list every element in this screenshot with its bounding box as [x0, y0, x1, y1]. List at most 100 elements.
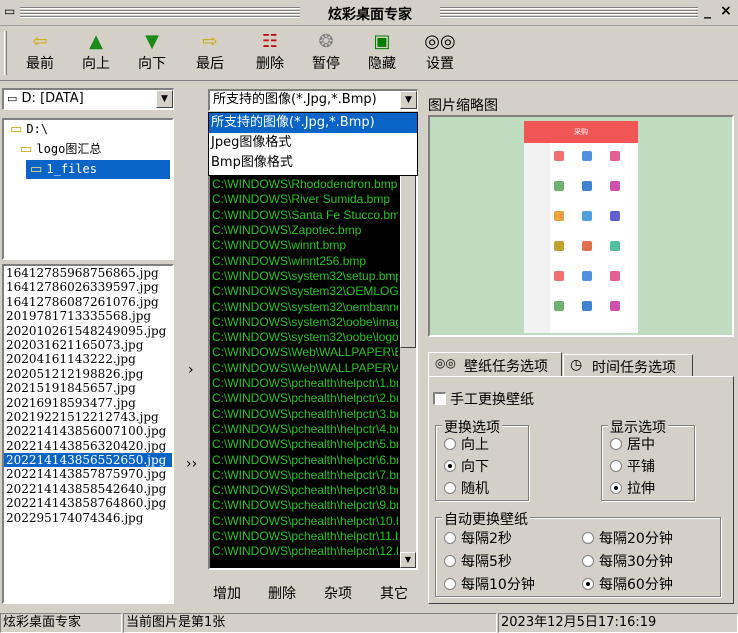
- wallpaper-list-item[interactable]: C:\WINDOWS\Santa Fe Stucco.bmp: [212, 208, 398, 223]
- radio-option[interactable]: 向下: [444, 456, 489, 476]
- format-select[interactable]: 所支持的图像(*.Jpg,*.Bmp) ▼: [208, 89, 418, 111]
- radio-button[interactable]: [444, 555, 456, 567]
- tab-time-options[interactable]: ◷ 时间任务选项: [563, 354, 693, 376]
- file-list-item[interactable]: 16412786026339597.jpg: [4, 280, 172, 294]
- format-option[interactable]: 所支持的图像(*.Jpg,*.Bmp): [209, 113, 417, 133]
- file-list-item[interactable]: 202051212198826.jpg: [4, 367, 172, 381]
- wallpaper-list-item[interactable]: C:\WINDOWS\system32\oobe\images.bmp: [212, 315, 398, 330]
- folder-tree-item[interactable]: ▭ D:\: [4, 120, 172, 140]
- toolbar-button[interactable]: ▣ 隐藏: [356, 31, 408, 77]
- wallpaper-list-item[interactable]: C:\WINDOWS\system32\setup.bmp: [212, 269, 398, 284]
- close-button[interactable]: ×: [720, 3, 732, 19]
- toolbar-button[interactable]: ☷ 删除: [244, 31, 296, 77]
- wallpaper-list-item[interactable]: C:\WINDOWS\pchealth\helpctr\9.bmp: [212, 498, 398, 513]
- wallpaper-list-item[interactable]: C:\WINDOWS\Rhododendron.bmp: [212, 177, 398, 192]
- radio-button[interactable]: [582, 555, 594, 567]
- format-option[interactable]: Jpeg图像格式: [209, 133, 417, 153]
- toolbar-button[interactable]: ⇨ 最后: [184, 31, 236, 77]
- file-list-item[interactable]: 202031621165073.jpg: [4, 338, 172, 352]
- wallpaper-list-item[interactable]: C:\WINDOWS\winnt.bmp: [212, 238, 398, 253]
- wallpaper-list-item[interactable]: C:\WINDOWS\system32\oobe\logo.bmp: [212, 330, 398, 345]
- radio-option[interactable]: 每隔5秒: [444, 551, 512, 571]
- wallpaper-list[interactable]: C:\WINDOWS\Feather Texture.bmpC:\WINDOWS…: [208, 112, 418, 570]
- wallpaper-list-item[interactable]: C:\WINDOWS\Web\WALLPAPER\Bliss.bmp: [212, 345, 398, 360]
- radio-option[interactable]: 拉伸: [610, 478, 655, 498]
- toolbar-button[interactable]: ❂ 暂停: [300, 31, 352, 77]
- file-list-item[interactable]: 202295174074346.jpg: [4, 511, 172, 525]
- wallpaper-list-item[interactable]: C:\WINDOWS\pchealth\helpctr\7.bmp: [212, 468, 398, 483]
- scroll-down-button[interactable]: ▼: [400, 552, 416, 568]
- other-button[interactable]: 其它: [380, 583, 408, 603]
- folder-tree[interactable]: ▭ D:\ ▭ logo图汇总 ▭ 1_files: [2, 118, 174, 260]
- radio-option[interactable]: 每隔10分钟: [444, 574, 535, 594]
- radio-option[interactable]: 每隔20分钟: [582, 528, 673, 548]
- file-list-item[interactable]: 202214143856007100.jpg: [4, 424, 172, 438]
- file-list-item[interactable]: 202214143858764860.jpg: [4, 496, 172, 510]
- add-all-button[interactable]: ››: [186, 456, 197, 472]
- file-list-item[interactable]: 20219221512212743.jpg: [4, 410, 172, 424]
- wallpaper-list-item[interactable]: C:\WINDOWS\pchealth\helpctr\8.bmp: [212, 483, 398, 498]
- radio-option[interactable]: 每隔30分钟: [582, 551, 673, 571]
- chevron-down-icon[interactable]: ▼: [156, 90, 173, 108]
- wallpaper-list-item[interactable]: C:\WINDOWS\Web\WALLPAPER\Azul.jpg: [212, 361, 398, 376]
- wallpaper-list-item[interactable]: C:\WINDOWS\pchealth\helpctr\12.bmp: [212, 544, 398, 559]
- file-list-item[interactable]: 20216918593477.jpg: [4, 396, 172, 410]
- file-list-item[interactable]: 202214143857875970.jpg: [4, 467, 172, 481]
- file-list-item[interactable]: 16412785968756865.jpg: [4, 266, 172, 280]
- radio-button[interactable]: [444, 532, 456, 544]
- wallpaper-list-item[interactable]: C:\WINDOWS\pchealth\helpctr\1.bmp: [212, 376, 398, 391]
- file-list-item[interactable]: 20215191845657.jpg: [4, 381, 172, 395]
- file-list-item[interactable]: 202010261548249095.jpg: [4, 324, 172, 338]
- wallpaper-list-item[interactable]: C:\WINDOWS\system32\OEMLOGO.bmp: [212, 284, 398, 299]
- minimize-button[interactable]: _: [704, 3, 711, 19]
- radio-button[interactable]: [610, 460, 622, 472]
- chevron-down-icon[interactable]: ▼: [400, 91, 417, 109]
- radio-button[interactable]: [444, 460, 456, 472]
- radio-button[interactable]: [444, 578, 456, 590]
- wallpaper-list-item[interactable]: C:\WINDOWS\pchealth\helpctr\4.bmp: [212, 422, 398, 437]
- misc-button[interactable]: 杂项: [324, 583, 352, 603]
- wallpaper-list-item[interactable]: C:\WINDOWS\pchealth\helpctr\2.bmp: [212, 391, 398, 406]
- file-list-item[interactable]: 16412786087261076.jpg: [4, 295, 172, 309]
- toolbar-button[interactable]: ▼ 向下: [126, 31, 178, 77]
- wallpaper-list-item[interactable]: C:\WINDOWS\pchealth\helpctr\10.bmp: [212, 514, 398, 529]
- file-list-item[interactable]: 202214143858542640.jpg: [4, 482, 172, 496]
- drive-select[interactable]: ▭ D: [DATA] ▼: [2, 88, 174, 110]
- radio-button[interactable]: [582, 578, 594, 590]
- radio-button[interactable]: [444, 438, 456, 450]
- file-list-item[interactable]: 202214143856552650.jpg: [4, 453, 172, 468]
- wallpaper-list-item[interactable]: C:\WINDOWS\Zapotec.bmp: [212, 223, 398, 238]
- wallpaper-list-item[interactable]: C:\WINDOWS\system32\oembanner.bmp: [212, 300, 398, 315]
- radio-option[interactable]: 向上: [444, 434, 489, 454]
- radio-option[interactable]: 每隔60分钟: [582, 574, 673, 594]
- file-list-item[interactable]: 20204161143222.jpg: [4, 352, 172, 366]
- delete-button[interactable]: 删除: [268, 583, 296, 603]
- manual-change-checkbox[interactable]: 手工更换壁纸: [433, 389, 534, 409]
- file-list[interactable]: 16412785968756865.jpg 16412786026339597.j…: [2, 264, 174, 604]
- wallpaper-list-item[interactable]: C:\WINDOWS\pchealth\helpctr\6.bmp: [212, 453, 398, 468]
- format-option[interactable]: Bmp图像格式: [209, 153, 417, 173]
- wallpaper-list-item[interactable]: C:\WINDOWS\pchealth\helpctr\11.bmp: [212, 529, 398, 544]
- scrollbar[interactable]: ▲ ▼: [400, 114, 416, 568]
- checkbox-box[interactable]: [433, 392, 446, 405]
- toolbar-button[interactable]: ◎◎ 设置: [414, 31, 466, 77]
- folder-tree-item[interactable]: ▭ 1_files: [4, 160, 172, 180]
- radio-button[interactable]: [610, 482, 622, 494]
- wallpaper-list-item[interactable]: C:\WINDOWS\winnt256.bmp: [212, 254, 398, 269]
- folder-tree-item[interactable]: ▭ logo图汇总: [4, 140, 172, 160]
- radio-button[interactable]: [610, 438, 622, 450]
- radio-option[interactable]: 每隔2秒: [444, 528, 512, 548]
- system-menu-icon[interactable]: ▭: [4, 4, 15, 18]
- wallpaper-list-item[interactable]: C:\WINDOWS\pchealth\helpctr\5.bmp: [212, 437, 398, 452]
- wallpaper-list-item[interactable]: C:\WINDOWS\River Sumida.bmp: [212, 192, 398, 207]
- radio-button[interactable]: [582, 532, 594, 544]
- radio-option[interactable]: 居中: [610, 434, 655, 454]
- add-selected-button[interactable]: ›: [188, 362, 194, 378]
- add-button[interactable]: 增加: [213, 583, 241, 603]
- file-list-item[interactable]: 2019781713335568.jpg: [4, 309, 172, 323]
- radio-option[interactable]: 随机: [444, 478, 489, 498]
- wallpaper-list-item[interactable]: C:\WINDOWS\pchealth\helpctr\3.bmp: [212, 407, 398, 422]
- radio-button[interactable]: [444, 482, 456, 494]
- tab-wallpaper-options[interactable]: ◎◎ 壁纸任务选项: [428, 352, 562, 376]
- format-dropdown[interactable]: 所支持的图像(*.Jpg,*.Bmp) Jpeg图像格式 Bmp图像格式: [208, 112, 418, 176]
